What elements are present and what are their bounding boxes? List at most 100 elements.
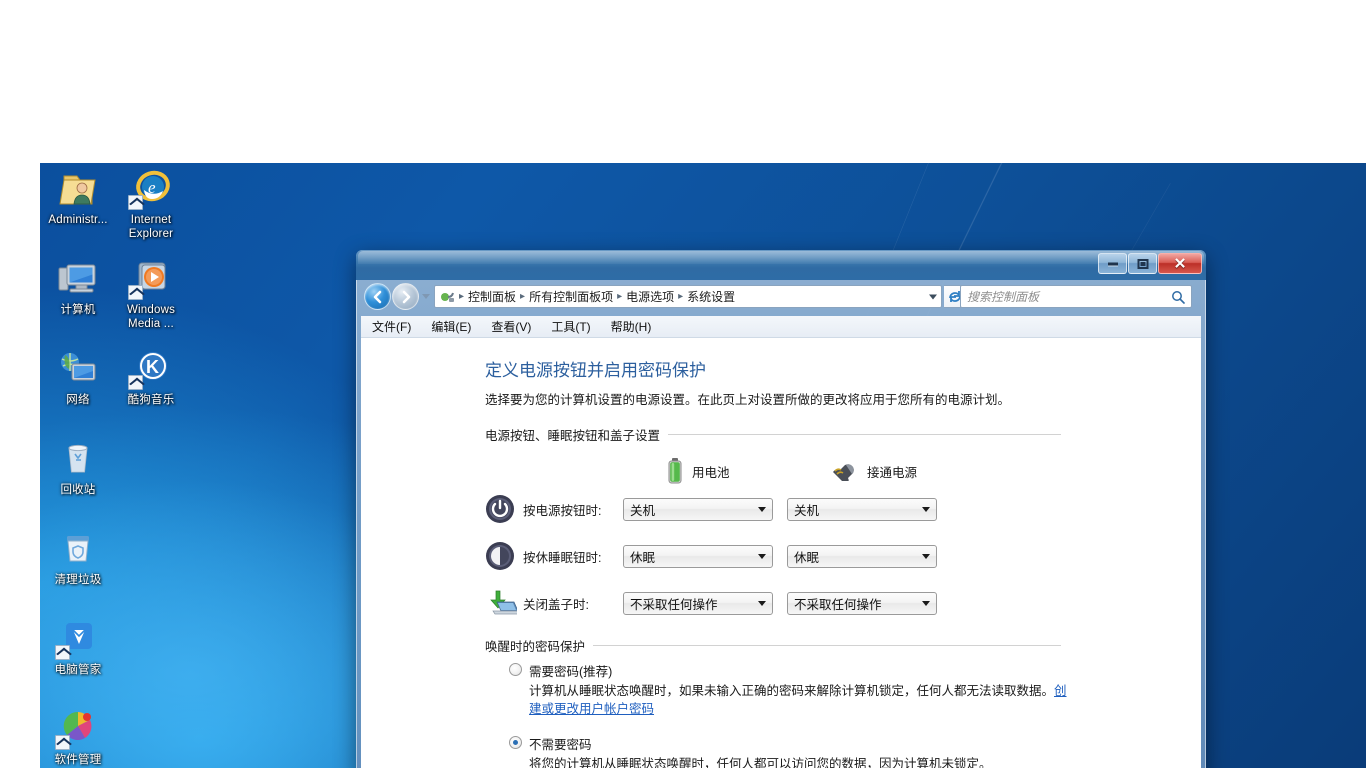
desktop-icon-administrator[interactable]: Administr... — [40, 168, 116, 227]
search-input[interactable] — [967, 289, 1171, 304]
power-button-battery-select[interactable]: 关机 — [623, 497, 773, 521]
svg-text:K: K — [146, 357, 159, 377]
section-header: 唤醒时的密码保护 — [485, 636, 1201, 655]
address-bar[interactable]: ▸ 控制面板 ▸ 所有控制面板项 ▸ 电源选项 ▸ 系统设置 — [434, 285, 942, 308]
power-plug-icon — [833, 464, 854, 481]
shortcut-arrow-icon — [55, 645, 70, 660]
power-options-icon — [439, 289, 456, 305]
menu-bar: 文件(F) 编辑(E) 查看(V) 工具(T) 帮助(H) — [361, 316, 1201, 338]
titlebar-highlight — [358, 251, 1204, 264]
selected-value: 休眠 — [794, 550, 820, 565]
chevron-down-icon — [922, 506, 930, 512]
breadcrumb-power-options[interactable]: 电源选项 — [623, 288, 677, 305]
column-label-plugged: 接通电源 — [867, 465, 918, 480]
desktop-icon-label: Administr... — [48, 214, 108, 226]
power-button-plugged-select[interactable]: 关机 — [787, 497, 937, 521]
close-lid-battery-select[interactable]: 不采取任何操作 — [623, 591, 773, 615]
desktop-icon-label: 清理垃圾 — [54, 574, 102, 586]
section-divider — [593, 645, 1061, 646]
breadcrumb-separator: ▸ — [459, 291, 465, 302]
breadcrumb-system-settings[interactable]: 系统设置 — [684, 288, 738, 305]
section-divider — [668, 434, 1061, 435]
menu-edit[interactable]: 编辑(E) — [428, 317, 474, 336]
desktop-icon-computer[interactable]: 计算机 — [40, 258, 116, 317]
kugou-music-icon: K — [128, 348, 174, 390]
desktop-icon-clean-trash[interactable]: 清理垃圾 — [40, 528, 116, 587]
content-pane: 定义电源按钮并启用密码保护 选择要为您的计算机设置的电源设置。在此页上对设置所做… — [361, 338, 1201, 768]
menu-help[interactable]: 帮助(H) — [608, 317, 655, 336]
screen: Administr... e Internet Explorer 计算机 Win… — [0, 0, 1366, 768]
menu-file[interactable]: 文件(F) — [369, 317, 414, 336]
desktop-icon-recycle-bin[interactable]: 回收站 — [40, 438, 116, 497]
shortcut-arrow-icon — [55, 735, 70, 750]
forward-button[interactable] — [392, 283, 419, 310]
desktop-icon-kugou-music[interactable]: K 酷狗音乐 — [113, 348, 189, 407]
restore-button[interactable] — [1128, 253, 1157, 274]
column-header-plugged: 接通电源 — [832, 458, 917, 484]
page-title: 定义电源按钮并启用密码保护 — [485, 361, 706, 380]
desktop-icon-label: Windows Media ... — [126, 304, 176, 330]
desktop-icon-pc-manager[interactable]: 电脑管家 — [40, 618, 116, 677]
sleep-button-battery-select[interactable]: 休眠 — [623, 544, 773, 568]
computer-icon — [55, 258, 101, 300]
desktop-icon-label: 计算机 — [60, 304, 96, 316]
selected-value: 不采取任何操作 — [630, 597, 718, 612]
minimize-button[interactable] — [1098, 253, 1127, 274]
desktop-icon-label: 回收站 — [60, 484, 96, 496]
selected-value: 不采取任何操作 — [794, 597, 882, 612]
search-icon — [1172, 290, 1185, 304]
sleep-button-icon — [485, 541, 515, 571]
address-toolbar: ▸ 控制面板 ▸ 所有控制面板项 ▸ 电源选项 ▸ 系统设置 — [356, 280, 1206, 316]
window-titlebar[interactable]: ✕ — [356, 250, 1206, 280]
shortcut-arrow-icon — [128, 195, 143, 210]
close-button[interactable]: ✕ — [1158, 253, 1202, 274]
selected-value: 休眠 — [630, 550, 656, 565]
recycle-bin-icon — [55, 438, 101, 480]
section-label: 唤醒时的密码保护 — [485, 640, 586, 654]
radio-label: 不需要密码 — [529, 738, 592, 752]
close-lid-plugged-select[interactable]: 不采取任何操作 — [787, 591, 937, 615]
close-icon: ✕ — [1173, 255, 1187, 272]
setting-label: 按电源按钮时: — [523, 503, 602, 518]
breadcrumb-control-panel[interactable]: 控制面板 — [465, 288, 519, 305]
breadcrumb-separator: ▸ — [520, 291, 526, 302]
column-label-battery: 用电池 — [692, 465, 730, 480]
battery-icon — [668, 458, 682, 484]
chevron-down-icon — [922, 600, 930, 606]
desktop-icon-label: 酷狗音乐 — [127, 394, 175, 406]
menu-view[interactable]: 查看(V) — [488, 317, 534, 336]
desktop-icon-label: 网络 — [66, 394, 90, 406]
setting-label: 按休睡眠钮时: — [523, 550, 602, 565]
pc-manager-icon — [55, 618, 101, 660]
menu-tools[interactable]: 工具(T) — [548, 317, 593, 336]
radio-option-require-password: 需要密码(推荐) 计算机从睡眠状态唤醒时，如果未输入正确的密码来解除计算机锁定，… — [509, 661, 1201, 718]
radio-require-password[interactable] — [509, 663, 522, 676]
radio-label: 需要密码(推荐) — [529, 665, 613, 679]
radio-option-no-password: 不需要密码 将您的计算机从睡眠状态唤醒时，任何人都可以访问您的数据，因为计算机未… — [509, 734, 1201, 768]
desktop-icon-internet-explorer[interactable]: e Internet Explorer — [113, 168, 189, 241]
internet-explorer-icon: e — [128, 168, 174, 210]
sleep-button-plugged-select[interactable]: 休眠 — [787, 544, 937, 568]
desktop-icon-software-manager[interactable]: 软件管理 — [40, 708, 116, 767]
svg-text:e: e — [148, 178, 156, 197]
breadcrumb-all-items[interactable]: 所有控制面板项 — [526, 288, 616, 305]
section-label: 电源按钮、睡眠按钮和盖子设置 — [485, 429, 661, 443]
address-dropdown-icon[interactable] — [929, 294, 937, 299]
search-box[interactable] — [960, 285, 1192, 308]
radio-no-password[interactable] — [509, 736, 522, 749]
desktop-icon-network[interactable]: 网络 — [40, 348, 116, 407]
forward-arrow-icon — [402, 290, 410, 303]
back-arrow-icon — [373, 290, 381, 303]
setting-row-power-button: 按电源按钮时: 关机 关机 — [485, 494, 1201, 524]
desktop-icon-windows-media[interactable]: Windows Media ... — [113, 258, 189, 331]
desktop-icon-label: Internet Explorer — [128, 214, 174, 240]
recent-pages-dropdown[interactable] — [422, 294, 430, 299]
page-description: 选择要为您的计算机设置的电源设置。在此页上对设置所做的更改将应用于您所有的电源计… — [485, 393, 1011, 407]
password-protection-section: 唤醒时的密码保护 需要密码(推荐) 计算机从睡眠状态唤醒时，如果未输入正确的密码… — [485, 636, 1201, 768]
chevron-down-icon — [922, 553, 930, 559]
setting-row-close-lid: 关闭盖子时: 不采取任何操作 不采取任何操作 — [485, 588, 1201, 618]
control-panel-window: ✕ ▸ 控制面板 ▸ 所有控制面板项 ▸ 电源选项 ▸ 系统设置 搜索控制面板 … — [356, 250, 1206, 768]
window-controls: ✕ — [1098, 253, 1202, 274]
back-button[interactable] — [364, 283, 391, 310]
section-header: 电源按钮、睡眠按钮和盖子设置 — [485, 425, 1201, 444]
